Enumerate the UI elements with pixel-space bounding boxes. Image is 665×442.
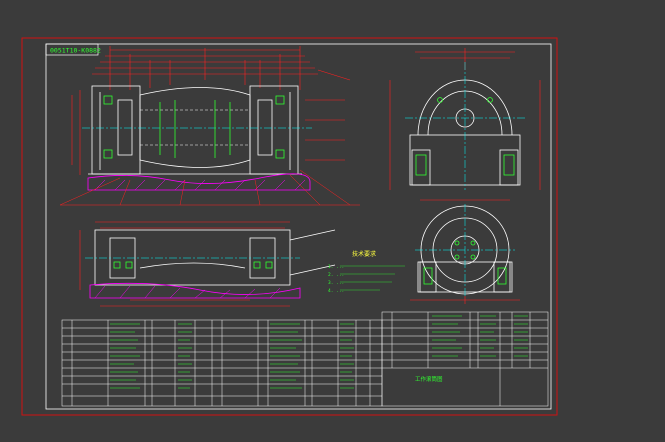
front-view (59, 46, 360, 206)
title-block (381, 311, 549, 407)
bill-of-materials (61, 319, 383, 407)
side-view (389, 48, 541, 190)
drawing-number-box: 0051T10-K0882 (45, 43, 101, 56)
section-view (410, 199, 520, 304)
plan-view (79, 221, 336, 307)
tech-req-item-4: 4. ... (328, 288, 344, 294)
cad-drawing-canvas[interactable]: 0051T10-K0882 技术要求 1. ... 2. ... 3. ... … (0, 0, 665, 442)
drawing-number: 0051T10-K0882 (50, 47, 101, 55)
tech-req-item-2: 2. ... (328, 272, 344, 278)
tech-req-item-1: 1. ... (328, 264, 344, 270)
technical-requirements: 技术要求 1. ... 2. ... 3. ... 4. ... (328, 250, 405, 294)
tech-req-item-3: 3. ... (328, 280, 344, 286)
title-block-label: 工作滚筒图 (415, 375, 443, 383)
drawing-sheet: 0051T10-K0882 技术要求 1. ... 2. ... 3. ... … (21, 37, 558, 416)
bom-entries (110, 323, 354, 389)
tech-req-heading: 技术要求 (352, 250, 376, 258)
outer-frame (21, 37, 558, 416)
inner-frame (45, 43, 552, 410)
